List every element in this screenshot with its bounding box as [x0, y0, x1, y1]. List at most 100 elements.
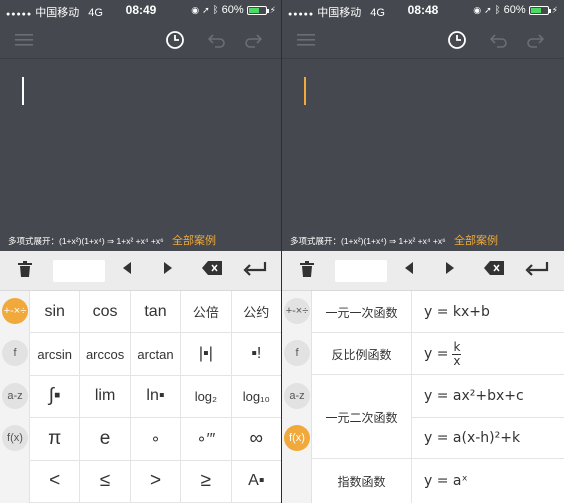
category-arithmetic[interactable]: +-×÷: [284, 298, 310, 324]
hint-text: 多项式展开：(1+x²)(1+x⁴) ⇒ 1+x² +x⁴ +x⁶: [290, 236, 446, 246]
input-preview-box[interactable]: [53, 260, 105, 282]
key-arctan[interactable]: arctan: [130, 333, 182, 376]
status-bar: ●●●●● 中国移动 4G 08:49 ◉ ➚ ᛒ 60% ⚡: [0, 0, 282, 22]
caret-right-icon[interactable]: [163, 261, 173, 275]
expression-editor[interactable]: [0, 58, 282, 231]
key-uppercase[interactable]: A▪: [231, 460, 282, 503]
key-greater-equal[interactable]: ≥: [181, 460, 232, 503]
undo-icon[interactable]: [487, 28, 511, 52]
battery-percent: 60%: [221, 4, 244, 16]
input-preview-box[interactable]: [335, 260, 387, 282]
key-less-equal[interactable]: ≤: [80, 460, 131, 503]
list-item[interactable]: 一元一次函数 y = kx+b: [312, 291, 564, 333]
list-item[interactable]: 指数函数 y = aˣ: [312, 459, 564, 503]
key-arccos[interactable]: arccos: [80, 333, 131, 376]
key-log2[interactable]: log₂: [181, 375, 232, 419]
category-letters[interactable]: a-z: [2, 383, 28, 409]
hint-text: 多项式展开：(1+x²)(1+x⁴) ⇒ 1+x² +x⁴ +x⁶: [8, 236, 164, 246]
key-integral[interactable]: ∫▪: [30, 375, 81, 419]
redo-icon[interactable]: [523, 28, 547, 52]
category-sidebar: +-×÷ f a-z f(x): [0, 291, 30, 503]
category-fx[interactable]: f(x): [2, 425, 28, 451]
all-examples-link[interactable]: 全部案例: [454, 235, 498, 247]
trash-icon[interactable]: [300, 261, 314, 277]
all-examples-link[interactable]: 全部案例: [172, 235, 216, 247]
fraction-numerator: k: [452, 339, 462, 355]
key-infinity[interactable]: ∞: [231, 418, 282, 461]
function-category-label: 指数函数: [312, 459, 412, 503]
menu-icon[interactable]: [294, 28, 318, 52]
caret-right-icon[interactable]: [445, 261, 455, 275]
enter-icon[interactable]: [243, 261, 267, 277]
function-category-label: 一元一次函数: [312, 291, 412, 333]
function-formula[interactable]: y = kx+b: [424, 291, 490, 333]
key-lcm[interactable]: 公倍: [181, 291, 232, 334]
key-factorial[interactable]: ▪!: [231, 333, 282, 376]
key-gcd[interactable]: 公约: [231, 291, 282, 334]
formula-prefix: y =: [424, 346, 449, 362]
category-functions[interactable]: f: [284, 340, 310, 366]
charging-icon: ⚡: [551, 4, 558, 15]
list-item[interactable]: 一元二次函数 y = ax²+bx+c y = a(x-h)²+k: [312, 375, 564, 459]
battery-icon: [528, 5, 551, 15]
category-functions[interactable]: f: [2, 340, 28, 366]
enter-icon[interactable]: [525, 261, 549, 277]
category-sidebar: +-×÷ f a-z f(x): [282, 291, 312, 503]
expression-editor[interactable]: [282, 58, 564, 231]
location-icon: ➚: [484, 4, 492, 15]
text-cursor: [22, 77, 24, 105]
key-log10[interactable]: log₁₀: [231, 375, 282, 419]
app-toolbar: [0, 22, 282, 58]
status-bar: ●●●●● 中国移动 4G 08:48 ◉ ➚ ᛒ 60% ⚡: [282, 0, 564, 22]
hint-bar: 多项式展开：(1+x²)(1+x⁴) ⇒ 1+x² +x⁴ +x⁶ 全部案例: [0, 231, 282, 251]
category-letters[interactable]: a-z: [284, 383, 310, 409]
location-icon: ➚: [202, 4, 210, 15]
category-arithmetic[interactable]: +-×÷: [2, 298, 28, 324]
caret-left-icon[interactable]: [404, 261, 414, 275]
list-item[interactable]: 反比例函数 y = k x: [312, 333, 564, 375]
trash-icon[interactable]: [18, 261, 32, 277]
key-sin[interactable]: sin: [30, 291, 81, 334]
key-e[interactable]: e: [80, 418, 131, 461]
redo-icon[interactable]: [241, 28, 265, 52]
battery-icon: [246, 5, 269, 15]
function-formula[interactable]: y = ax²+bx+c: [424, 375, 524, 417]
key-less-than[interactable]: <: [30, 460, 81, 503]
function-template-list: 一元一次函数 y = kx+b 反比例函数 y = k x 一元二次函数 y =…: [312, 291, 564, 503]
calculator-panel-keys: ●●●●● 中国移动 4G 08:49 ◉ ➚ ᛒ 60% ⚡ 多项式展开：(1…: [0, 0, 282, 503]
caret-left-icon[interactable]: [122, 261, 132, 275]
text-cursor: [304, 77, 306, 105]
fraction: k x: [452, 339, 462, 368]
key-abs[interactable]: |▪|: [181, 333, 232, 376]
key-toolbar: [0, 251, 282, 291]
key-arcsin[interactable]: arcsin: [30, 333, 81, 376]
fraction-denominator: x: [453, 353, 461, 368]
key-limit[interactable]: lim: [80, 375, 131, 419]
function-formula[interactable]: y = k x: [424, 333, 462, 375]
menu-icon[interactable]: [12, 28, 36, 52]
history-icon[interactable]: [445, 28, 469, 52]
alarm-icon: ◉: [473, 4, 482, 15]
backspace-icon[interactable]: [202, 261, 222, 275]
function-formula[interactable]: y = a(x-h)²+k: [424, 417, 520, 459]
category-fx[interactable]: f(x): [284, 425, 310, 451]
hint-bar: 多项式展开：(1+x²)(1+x⁴) ⇒ 1+x² +x⁴ +x⁶ 全部案例: [282, 231, 564, 251]
calculator-panel-functions: ●●●●● 中国移动 4G 08:48 ◉ ➚ ᛒ 60% ⚡ 多项式展开：(1…: [282, 0, 564, 503]
key-ln[interactable]: ln▪: [130, 375, 182, 419]
key-dms[interactable]: ∘′″: [181, 418, 232, 461]
app-toolbar: [282, 22, 564, 58]
undo-icon[interactable]: [205, 28, 229, 52]
status-indicators: ◉ ➚ ᛒ 60% ⚡: [473, 4, 558, 16]
status-indicators: ◉ ➚ ᛒ 60% ⚡: [191, 4, 276, 16]
key-greater-than[interactable]: >: [130, 460, 182, 503]
backspace-icon[interactable]: [484, 261, 504, 275]
key-pi[interactable]: π: [30, 418, 81, 461]
key-cos[interactable]: cos: [80, 291, 131, 334]
charging-icon: ⚡: [269, 4, 276, 15]
bluetooth-icon: ᛒ: [494, 4, 501, 16]
history-icon[interactable]: [163, 28, 187, 52]
function-category-label: 一元二次函数: [312, 375, 412, 459]
function-formula[interactable]: y = aˣ: [424, 459, 468, 503]
key-degree[interactable]: ∘: [130, 418, 182, 461]
key-tan[interactable]: tan: [130, 291, 182, 334]
